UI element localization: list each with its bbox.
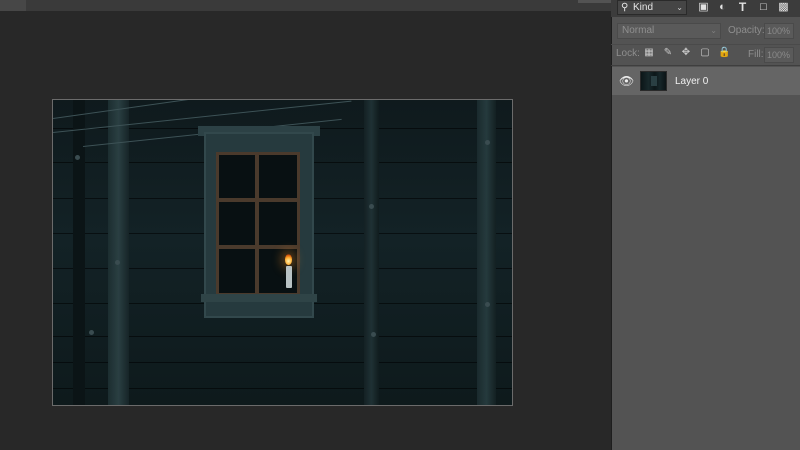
lock-transparent-icon[interactable]: ▦ — [643, 47, 655, 59]
fill-field[interactable]: 100% — [764, 47, 794, 63]
document-tab[interactable] — [0, 0, 26, 11]
layer-name[interactable]: Layer 0 — [675, 76, 708, 87]
lock-artboard-icon[interactable]: ▢ — [699, 47, 711, 59]
window-sill — [201, 294, 317, 302]
wood-post — [364, 100, 379, 405]
window-mullion — [216, 245, 300, 249]
document-tab-bar — [0, 0, 611, 11]
lock-label: Lock: — [616, 48, 640, 59]
layer-thumbnail[interactable] — [640, 71, 667, 91]
fill-label: Fill: — [748, 49, 764, 60]
window-mullion — [255, 152, 259, 296]
wood-post — [477, 100, 496, 405]
chevron-down-icon: ⌄ — [676, 3, 683, 12]
divider — [611, 44, 800, 45]
chevron-down-icon: ⌄ — [710, 26, 717, 35]
image-filter-icon[interactable]: ▣ — [697, 1, 710, 14]
search-icon: ⚲ — [621, 2, 629, 13]
lock-all-icon[interactable]: 🔒 — [718, 47, 730, 59]
panel-tab-stub[interactable] — [578, 0, 611, 3]
adjustment-filter-icon[interactable]: ◐ — [716, 1, 729, 14]
candle-flame — [285, 254, 292, 265]
wood-post — [108, 100, 129, 405]
candle — [286, 266, 292, 288]
blend-mode-select[interactable]: Normal ⌄ — [617, 23, 721, 39]
filter-kind-select[interactable]: ⚲ Kind ⌄ — [617, 0, 687, 15]
eye-icon[interactable]: 👁 — [619, 75, 634, 87]
lock-position-icon[interactable]: ✥ — [680, 47, 692, 59]
divider — [611, 65, 800, 66]
opacity-field[interactable]: 100% — [764, 23, 794, 39]
type-filter-icon[interactable]: T — [736, 1, 749, 14]
smart-object-filter-icon[interactable]: ▩ — [777, 1, 790, 14]
opacity-label: Opacity: — [728, 25, 765, 36]
lock-image-icon[interactable]: ✎ — [662, 47, 674, 59]
blend-mode-value: Normal — [622, 25, 655, 36]
window-mullion — [216, 198, 300, 202]
filter-kind-label: Kind — [633, 2, 654, 13]
shape-filter-icon[interactable]: □ — [757, 1, 770, 14]
